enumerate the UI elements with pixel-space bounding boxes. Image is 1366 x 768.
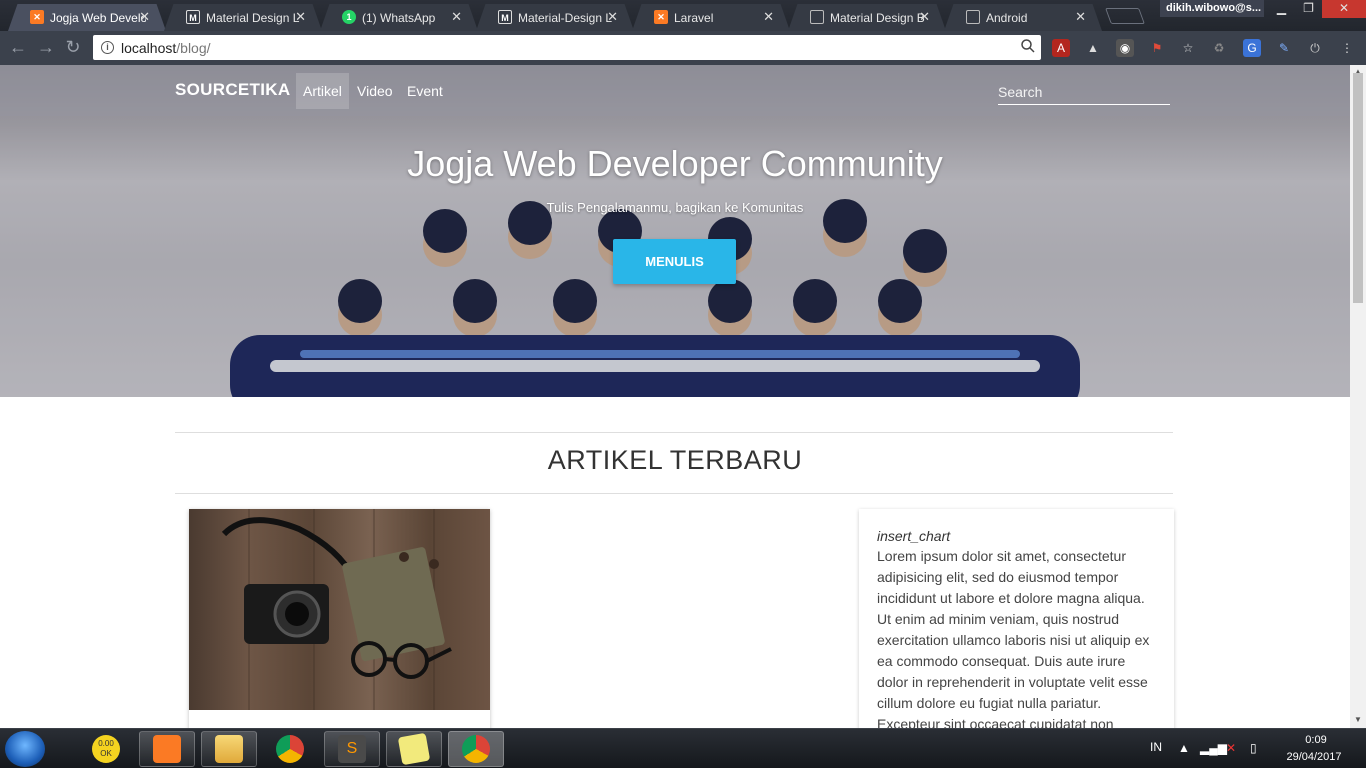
material-icon: M (186, 10, 200, 24)
url-path: /blog/ (176, 39, 211, 56)
recycle-extension-icon[interactable]: ♻ (1210, 39, 1228, 57)
language-indicator[interactable]: IN (1150, 740, 1162, 754)
close-icon[interactable]: ✕ (919, 9, 930, 25)
close-icon[interactable]: ✕ (451, 9, 462, 25)
material-icon: M (498, 10, 512, 24)
taskbar-item-xampp[interactable] (139, 731, 195, 767)
menulis-button[interactable]: MENULIS (613, 239, 736, 284)
power-extension-icon[interactable]: ⏻ (1306, 39, 1324, 57)
browser-tab[interactable]: ✕ Laravel ✕ (632, 4, 790, 31)
section-title: ARTIKEL TERBARU (547, 445, 803, 475)
page-scrollbar[interactable]: ▲ ▼ (1350, 65, 1366, 728)
tab-label: (1) WhatsApp (362, 10, 436, 25)
tab-label: Android (986, 10, 1028, 25)
pdf-extension-icon[interactable]: A (1052, 39, 1070, 57)
section-divider-top (175, 432, 1173, 433)
browser-tab[interactable]: M Material-Design L ✕ (476, 4, 634, 31)
taskbar-item-sublime[interactable]: S (324, 731, 380, 767)
tab-label: Laravel (674, 10, 714, 25)
nav-event[interactable]: Event (400, 73, 450, 109)
section-divider-bottom (175, 493, 1173, 494)
search-input[interactable] (998, 79, 1170, 105)
chrome-icon (462, 735, 490, 763)
clock-time[interactable]: 0:09 (1290, 734, 1342, 746)
sidebar-text: Lorem ipsum dolor sit amet, consectetur … (877, 548, 1150, 728)
nav-artikel[interactable]: Artikel (296, 73, 349, 109)
page-icon (810, 10, 824, 24)
close-icon[interactable]: ✕ (763, 9, 774, 25)
pen-extension-icon[interactable]: ✎ (1275, 39, 1293, 57)
insert-chart-icon: insert_chart (877, 528, 951, 544)
sticky-notes-icon (397, 732, 431, 766)
site-navbar: SOURCETIKA Artikel Video Event (0, 65, 1350, 116)
camera-photo (221, 509, 452, 710)
taskbar-item-sticky[interactable] (386, 731, 442, 767)
browser-tabstrip: ✕ Jogja Web Develo ✕ M Material Design L… (0, 0, 1366, 31)
browser-tab[interactable]: M Material Design L ✕ (164, 4, 322, 31)
tab-label: Material-Design L (518, 10, 613, 25)
location-extension-icon[interactable]: ◉ (1116, 39, 1134, 57)
scrollbar-thumb[interactable] (1353, 73, 1363, 303)
close-icon[interactable]: ✕ (1075, 9, 1086, 25)
article-card[interactable] (189, 509, 490, 728)
scroll-down-icon[interactable]: ▼ (1354, 715, 1362, 724)
close-icon[interactable]: ✕ (139, 9, 150, 25)
minimize-button[interactable]: ▁ (1268, 0, 1295, 18)
menu-icon[interactable]: ⋮ (1338, 39, 1356, 57)
xampp-icon: ✕ (654, 10, 668, 24)
network-icon[interactable]: ✕ (1226, 741, 1236, 755)
tab-label: Material Design L (206, 10, 300, 25)
page-icon (966, 10, 980, 24)
clock-date[interactable]: 29/04/2017 (1276, 751, 1352, 763)
new-tab-button[interactable] (1105, 8, 1145, 24)
search-icon[interactable] (1021, 39, 1035, 53)
profile-button[interactable]: dikih.wibowo@s... (1160, 0, 1264, 17)
browser-tab[interactable]: 1 (1) WhatsApp ✕ (320, 4, 478, 31)
sublime-icon: S (338, 735, 366, 763)
drive-extension-icon[interactable]: ▲ (1084, 39, 1102, 57)
windows-taskbar: 0.00 OK S IN ▲ ▂▄▆ ✕ ▯ 0:09 29/04/2017 (0, 728, 1366, 768)
tray-expand-icon[interactable]: ▲ (1178, 741, 1190, 755)
forward-icon[interactable]: → (36, 37, 56, 57)
page-viewport: SOURCETIKA Artikel Video Event Jogja Web… (0, 65, 1350, 728)
sidebar-card: insert_chart Lorem ipsum dolor sit amet,… (859, 509, 1174, 728)
signal-icon[interactable]: ▂▄▆ (1200, 741, 1227, 755)
xampp-icon (153, 735, 181, 763)
restore-button[interactable]: ❐ (1295, 0, 1322, 18)
chrome-icon (276, 735, 304, 763)
browser-tab[interactable]: Material Design B ✕ (788, 4, 946, 31)
site-brand[interactable]: SOURCETIKA (175, 80, 290, 100)
browser-toolbar: ← → ↻ i localhost/blog/ A ▲ ◉ ⚑ ☆ ♻ G ✎ … (0, 31, 1366, 65)
browser-tab[interactable]: ✕ Jogja Web Develo ✕ (8, 4, 166, 31)
folder-icon (215, 735, 243, 763)
star-icon[interactable]: ☆ (1179, 39, 1197, 57)
whatsapp-icon: 1 (342, 10, 356, 24)
window-close-button[interactable]: ✕ (1322, 0, 1366, 18)
taskbar-item-explorer[interactable] (201, 731, 257, 767)
hero-title: Jogja Web Developer Community (407, 143, 943, 184)
hero-subtitle: Tulis Pengalamanmu, bagikan ke Komunitas (546, 200, 804, 215)
close-icon[interactable]: ✕ (607, 9, 618, 25)
close-icon[interactable]: ✕ (295, 9, 306, 25)
translate-extension-icon[interactable]: G (1243, 39, 1261, 57)
info-icon[interactable]: i (101, 41, 114, 54)
article-image[interactable] (189, 509, 490, 710)
taskbar-item-meter[interactable]: 0.00 OK (78, 731, 134, 767)
battery-icon[interactable]: ▯ (1250, 741, 1257, 755)
address-bar[interactable]: i localhost/blog/ (93, 35, 1041, 60)
taskbar-item-chrome-active[interactable] (448, 731, 504, 767)
tab-label: Jogja Web Develo (50, 10, 146, 25)
xampp-icon: ✕ (30, 10, 44, 24)
url-host: localhost (121, 39, 177, 56)
reload-icon[interactable]: ↻ (63, 37, 83, 57)
start-button[interactable] (5, 731, 45, 767)
taskbar-item-chrome[interactable] (262, 731, 318, 767)
tab-label: Material Design B (830, 10, 925, 25)
laravel-extension-icon[interactable]: ⚑ (1148, 39, 1166, 57)
nav-video[interactable]: Video (350, 73, 400, 109)
meter-icon: 0.00 OK (92, 735, 120, 763)
browser-tab[interactable]: Android ✕ (944, 4, 1102, 31)
back-icon[interactable]: ← (8, 37, 28, 57)
